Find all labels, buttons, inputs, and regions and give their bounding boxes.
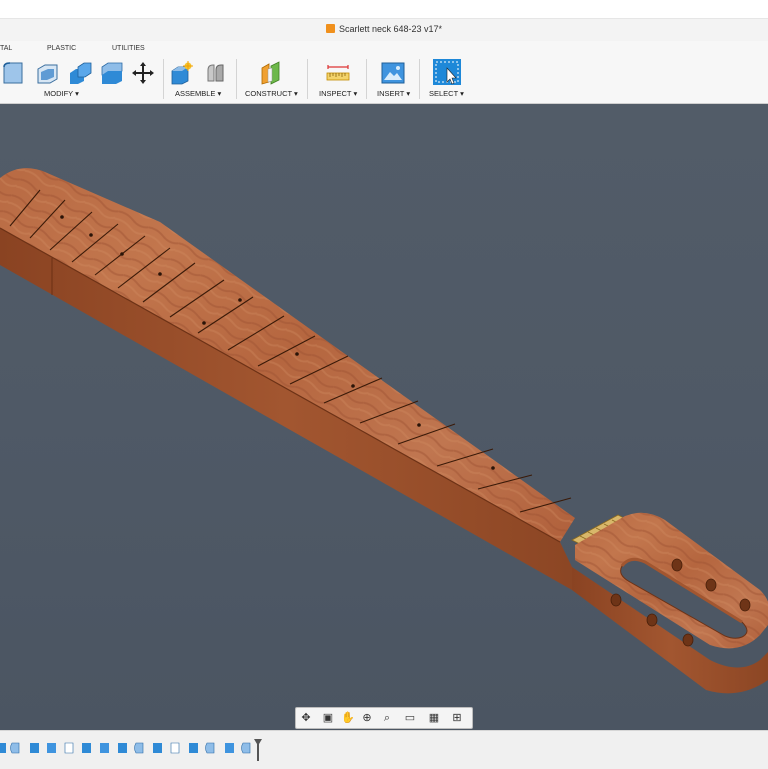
toolbar-separator [236, 59, 237, 99]
tab-sheet-metal[interactable]: TAL [0, 45, 12, 52]
offset-plane-icon[interactable] [259, 61, 283, 85]
toolbar-separator [366, 59, 367, 99]
document-cube-icon [325, 24, 335, 33]
grid-settings-icon[interactable]: ▦ [426, 710, 442, 726]
fillet-icon[interactable] [2, 61, 26, 85]
shell-icon[interactable] [35, 61, 59, 85]
modify-menu[interactable]: MODIFY ▾ [44, 89, 79, 98]
assemble-menu[interactable]: ASSEMBLE ▾ [175, 89, 221, 98]
zoom-icon[interactable]: ⌕ [379, 710, 395, 726]
timeline-marker-icon[interactable] [254, 739, 262, 761]
window-top-strip [0, 0, 768, 19]
toolbar-separator [419, 59, 420, 99]
zoom-window-icon[interactable]: ⊕ [359, 710, 375, 726]
new-component-icon[interactable] [170, 61, 194, 85]
joint-icon[interactable] [203, 61, 227, 85]
tab-plastic[interactable]: PLASTIC [47, 45, 76, 52]
toolbar: TAL PLASTIC UTILITIES MODIFY ▾ ASSEMBLE … [0, 41, 768, 104]
neck-side-face [0, 228, 572, 590]
toolbar-separator [163, 59, 164, 99]
title-bar: Scarlett neck 648-23 v17* [0, 19, 768, 41]
construct-menu[interactable]: CONSTRUCT ▾ [245, 89, 298, 98]
scale-icon[interactable] [100, 61, 124, 85]
document-title: Scarlett neck 648-23 v17* [0, 24, 768, 34]
inspect-menu[interactable]: INSPECT ▾ [319, 89, 357, 98]
orbit-icon[interactable]: ✥ [298, 710, 314, 726]
timeline-features[interactable] [0, 735, 268, 765]
tab-utilities[interactable]: UTILITIES [112, 45, 145, 52]
window-select-icon[interactable] [432, 58, 462, 86]
timeline [0, 730, 768, 769]
display-settings-icon[interactable]: ▭ [402, 710, 418, 726]
move-icon[interactable] [131, 61, 155, 85]
timeline-feature-icons[interactable] [0, 742, 251, 754]
pan-icon[interactable]: ✋ [340, 710, 356, 726]
select-menu[interactable]: SELECT ▾ [429, 89, 464, 98]
canvas-viewport[interactable] [0, 104, 768, 730]
toolbar-separator [307, 59, 308, 99]
viewports-icon[interactable]: ⊞ [449, 710, 465, 726]
fretboard-edge [0, 227, 561, 543]
look-at-icon[interactable]: ▣ [320, 710, 336, 726]
navigation-bar: ✥ ▣ ✋ ⊕ ⌕ ▭ ▦ ⊞ [295, 707, 473, 729]
press-pull-icon[interactable] [68, 61, 92, 85]
model-render[interactable] [0, 104, 768, 730]
insert-menu[interactable]: INSERT ▾ [377, 89, 410, 98]
insert-image-icon[interactable] [381, 61, 405, 85]
measure-icon[interactable] [326, 61, 350, 85]
